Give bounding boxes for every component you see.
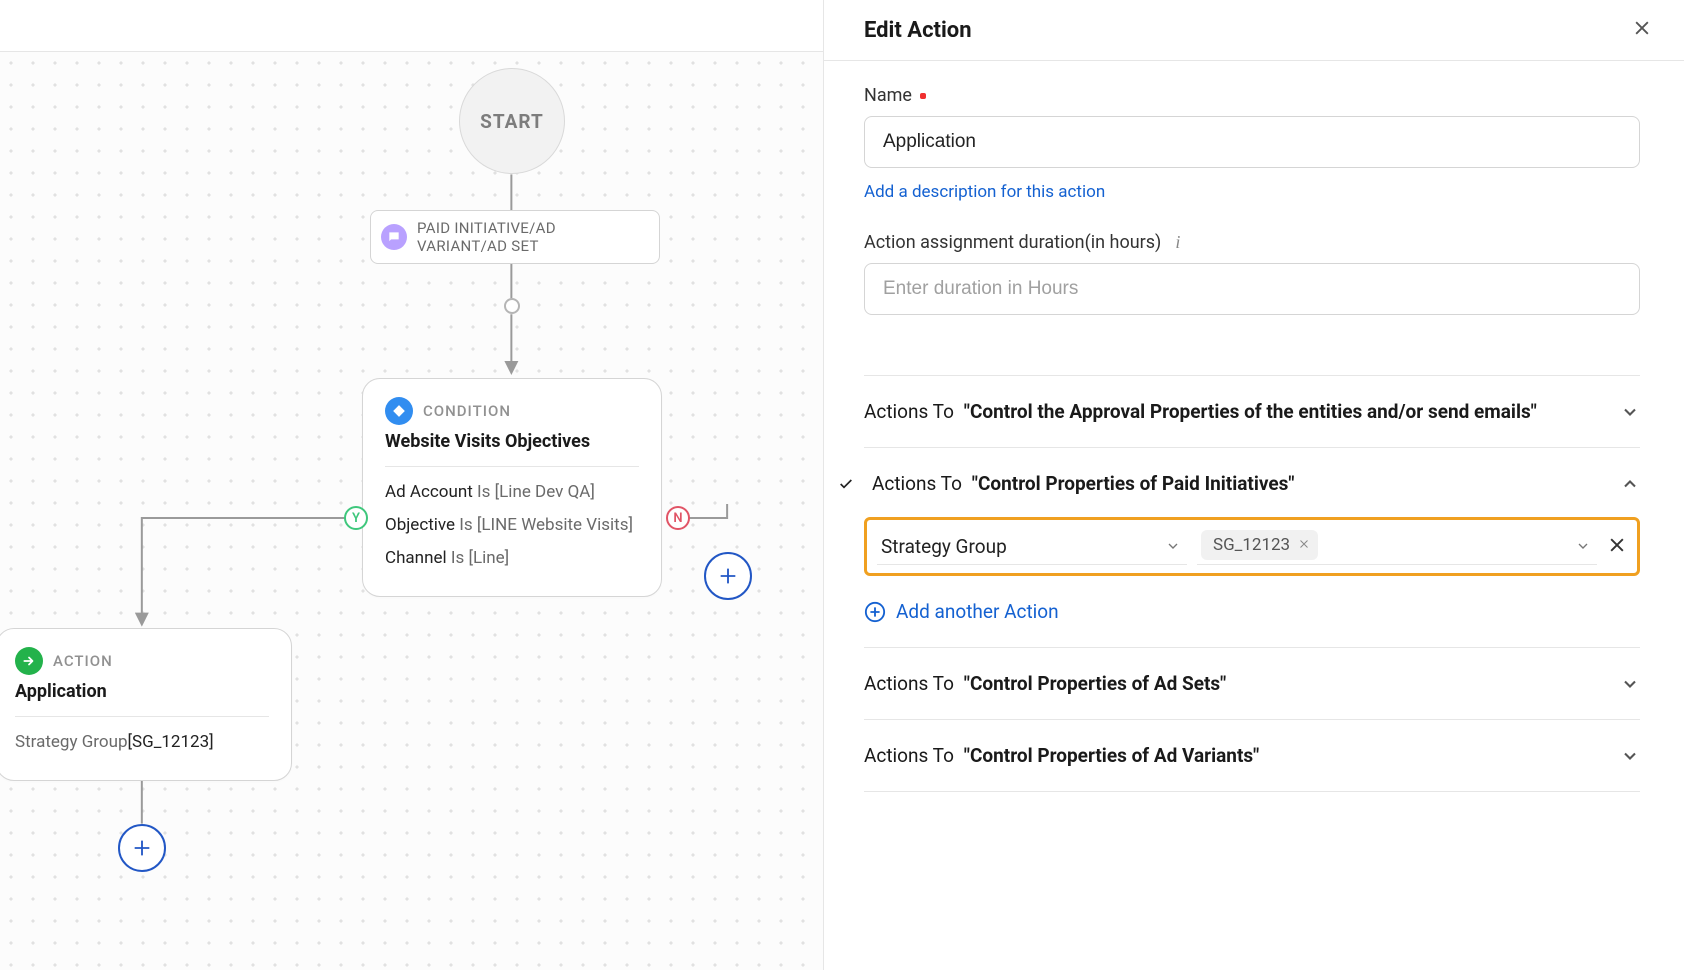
section-paid-initiatives: Actions To "Control Properties of Paid I…: [864, 447, 1640, 647]
entity-pill[interactable]: PAID INITIATIVE/AD VARIANT/AD SET: [370, 210, 660, 264]
duration-input[interactable]: [864, 263, 1640, 315]
add-node-button[interactable]: [118, 824, 166, 872]
entity-pill-label: PAID INITIATIVE/AD VARIANT/AD SET: [417, 219, 643, 255]
duration-label: Action assignment duration(in hours) i: [864, 232, 1640, 253]
yes-badge: Y: [344, 506, 368, 530]
section-ad-variants: Actions To "Control Properties of Ad Var…: [864, 719, 1640, 792]
value-chip: SG_12123: [1201, 530, 1318, 560]
property-select[interactable]: Strategy Group: [877, 529, 1187, 565]
edit-action-panel: Edit Action Name Add a description for t…: [824, 0, 1684, 970]
action-property-row: Strategy Group[SG_12123]: [15, 731, 269, 754]
section-adsets-toggle[interactable]: Actions To "Control Properties of Ad Set…: [864, 672, 1640, 695]
info-icon[interactable]: i: [1175, 232, 1180, 253]
condition-node[interactable]: CONDITION Website Visits Objectives Ad A…: [362, 378, 662, 597]
action-node[interactable]: ACTION Application Strategy Group[SG_121…: [0, 628, 292, 781]
chip-remove-icon[interactable]: [1298, 535, 1310, 555]
canvas-topbar: [0, 0, 823, 52]
name-label: Name: [864, 85, 1640, 106]
remove-row-icon[interactable]: [1607, 535, 1627, 559]
section-approval: Actions To "Control the Approval Propert…: [864, 375, 1640, 447]
condition-title: Website Visits Objectives: [385, 431, 639, 452]
chevron-down-icon: [1620, 402, 1640, 422]
section-approval-toggle[interactable]: Actions To "Control the Approval Propert…: [864, 400, 1640, 423]
no-badge: N: [666, 506, 690, 530]
start-node[interactable]: START: [459, 68, 565, 174]
add-node-button[interactable]: [704, 552, 752, 600]
required-indicator: [920, 93, 926, 99]
panel-title: Edit Action: [864, 18, 972, 43]
add-description-link[interactable]: Add a description for this action: [864, 182, 1105, 202]
start-node-label: START: [480, 110, 544, 133]
condition-rule-row: Objective Is [LINE Website Visits]: [385, 514, 639, 537]
name-field-block: Name Add a description for this action: [864, 85, 1640, 202]
property-row-highlighted: Strategy Group SG_12123: [864, 517, 1640, 576]
section-advariants-toggle[interactable]: Actions To "Control Properties of Ad Var…: [864, 744, 1640, 767]
plus-circle-icon: [864, 601, 886, 623]
name-input[interactable]: [864, 116, 1640, 168]
chat-icon: [381, 224, 407, 250]
check-icon: [836, 476, 856, 492]
condition-rule-row: Channel Is [Line]: [385, 547, 639, 570]
chevron-down-icon: [1620, 746, 1640, 766]
arrow-right-icon: [15, 647, 43, 675]
duration-field-block: Action assignment duration(in hours) i: [864, 232, 1640, 315]
action-title: Application: [15, 681, 269, 702]
section-ad-sets: Actions To "Control Properties of Ad Set…: [864, 647, 1640, 719]
chevron-up-icon: [1620, 474, 1640, 494]
chevron-down-icon: [1620, 674, 1640, 694]
property-value-field[interactable]: SG_12123: [1197, 528, 1597, 565]
chevron-down-icon: [1575, 538, 1591, 554]
action-tag: ACTION: [53, 652, 113, 670]
condition-tag: CONDITION: [423, 402, 511, 420]
panel-header: Edit Action: [824, 0, 1684, 61]
add-another-action-link[interactable]: Add another Action: [864, 600, 1640, 623]
diamond-icon: [385, 397, 413, 425]
chevron-down-icon: [1165, 538, 1181, 554]
close-icon[interactable]: [1628, 14, 1656, 46]
workflow-canvas[interactable]: START PAID INITIATIVE/AD VARIANT/AD SET …: [0, 52, 823, 970]
condition-rule-row: Ad Account Is [Line Dev QA]: [385, 481, 639, 504]
workflow-canvas-pane: START PAID INITIATIVE/AD VARIANT/AD SET …: [0, 0, 824, 970]
connector-knob[interactable]: [504, 298, 520, 314]
section-paid-toggle[interactable]: Actions To "Control Properties of Paid I…: [864, 472, 1640, 495]
